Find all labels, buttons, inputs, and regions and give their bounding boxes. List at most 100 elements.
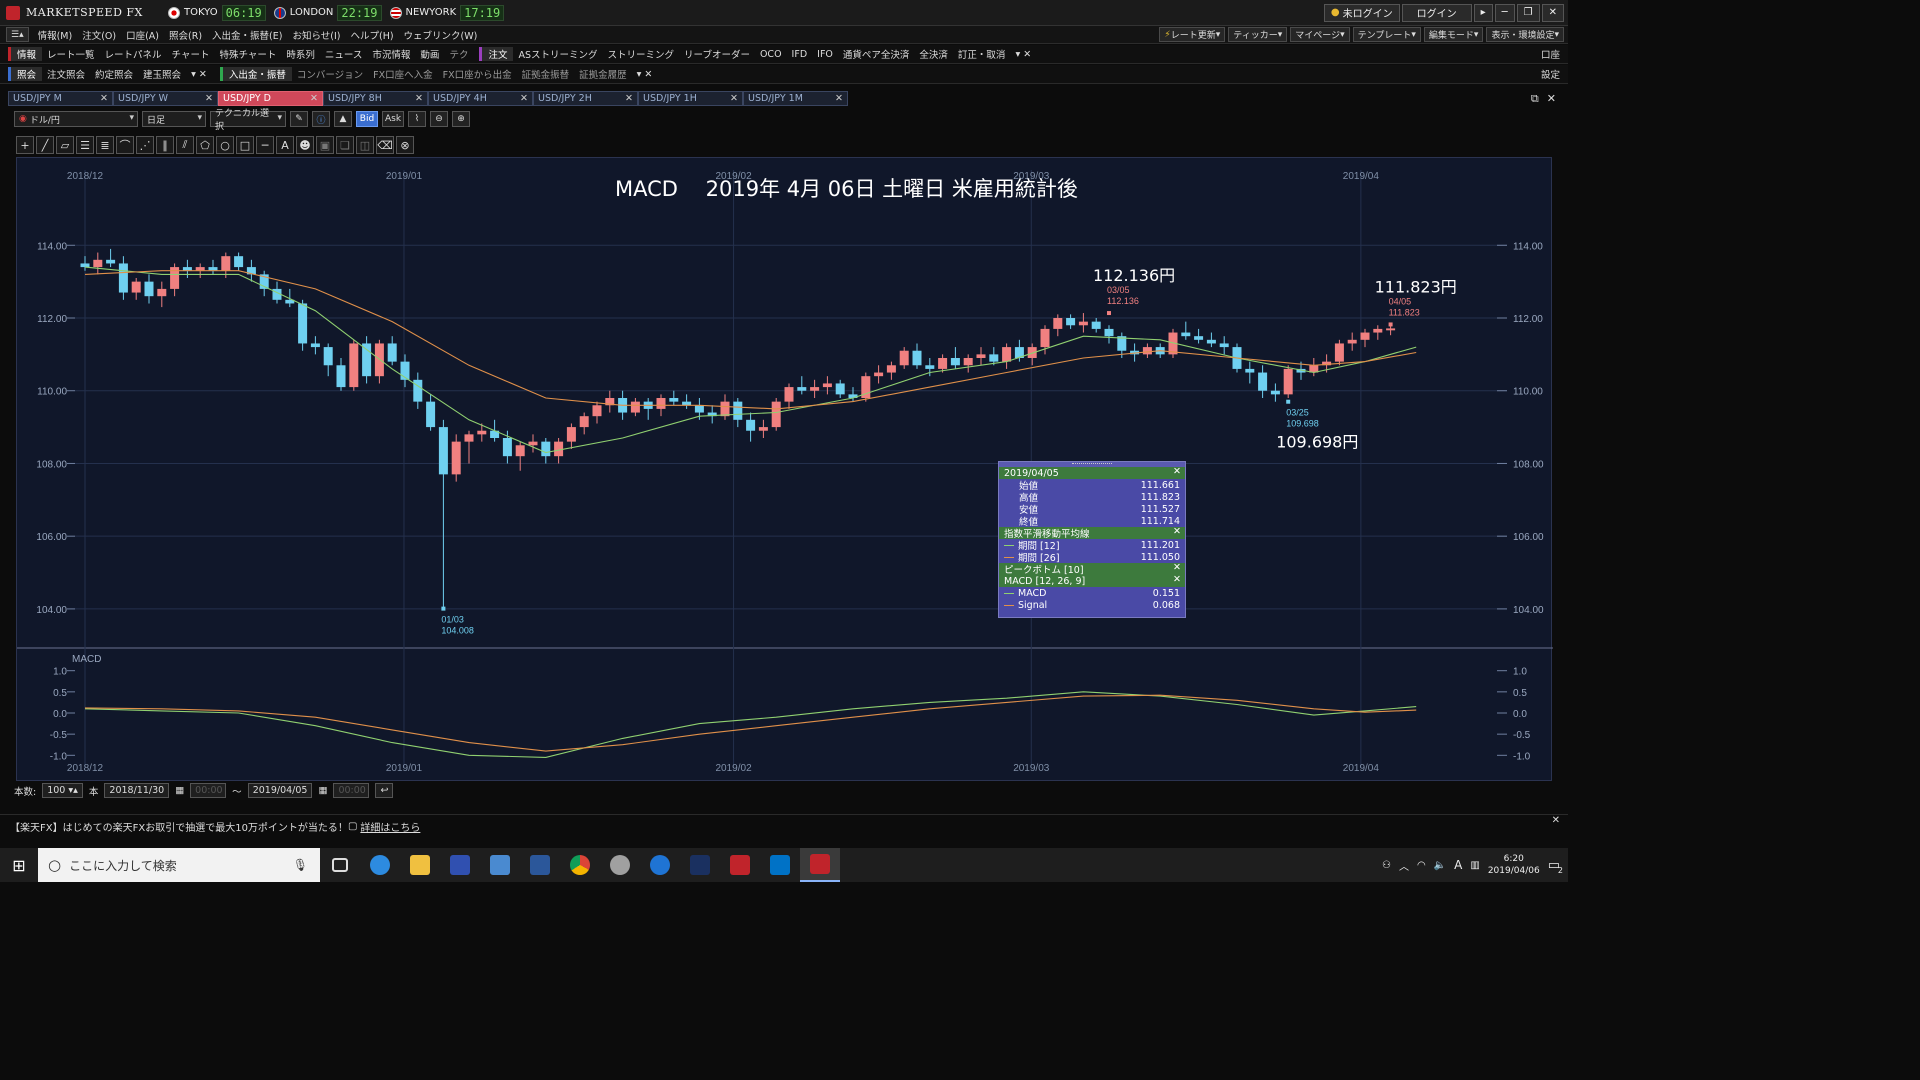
close-icon[interactable]: ✕ xyxy=(1173,562,1181,573)
hline-icon[interactable]: ─ xyxy=(256,136,274,154)
count-select[interactable]: 100 ▾▴ xyxy=(42,783,83,798)
edge-icon[interactable] xyxy=(640,848,680,882)
eraser-icon[interactable]: ⌫ xyxy=(376,136,394,154)
tab-usdjpy-1m[interactable]: USD/JPY 1M ✕ xyxy=(743,91,848,106)
ie-icon[interactable] xyxy=(360,848,400,882)
main-menu-button[interactable]: ☰▴ xyxy=(6,27,29,42)
ruler-icon[interactable]: ▱ xyxy=(56,136,74,154)
chart-area[interactable]: 2018/12 2018/12 2019/01 2019/01 2019/02 2019/… xyxy=(16,157,1553,781)
network-icon[interactable]: ◠ xyxy=(1417,860,1426,871)
circle-icon[interactable]: ○ xyxy=(216,136,234,154)
tool-rate-panel[interactable]: レートパネル xyxy=(100,47,167,61)
outlook-icon[interactable] xyxy=(760,848,800,882)
tool-ifo[interactable]: IFO xyxy=(812,49,838,60)
tab-close-icon[interactable]: ✕ xyxy=(730,93,738,104)
chart-style-icon[interactable]: ⌇ xyxy=(408,111,426,127)
pen-icon[interactable]: ✎ xyxy=(290,111,308,127)
tool-fx-withdraw[interactable]: FX口座から出金 xyxy=(438,67,517,81)
tool-video[interactable]: 動画 xyxy=(415,47,444,61)
tab-usdjpy-1h[interactable]: USD/JPY 1H ✕ xyxy=(638,91,743,106)
tool-account[interactable]: 口座 xyxy=(1536,47,1568,61)
expand-arrow-button[interactable]: ▸ xyxy=(1473,3,1493,22)
menu-weblink[interactable]: ウェブリンク(W) xyxy=(399,28,483,42)
info-icon[interactable]: ⓘ xyxy=(312,111,330,127)
calendar-icon[interactable]: ▦ xyxy=(318,785,327,796)
menu-deposit[interactable]: 入出金・振替(E) xyxy=(207,28,287,42)
ask-toggle[interactable]: Ask xyxy=(382,111,404,127)
feather-app-icon[interactable] xyxy=(680,848,720,882)
area-chart-icon[interactable]: ▲ xyxy=(334,111,352,127)
tab-usdjpy-8h[interactable]: USD/JPY 8H ✕ xyxy=(323,91,428,106)
calculator-icon[interactable] xyxy=(440,848,480,882)
menu-info[interactable]: 情報(M) xyxy=(33,28,78,42)
rectangle-icon[interactable]: □ xyxy=(236,136,254,154)
tool-margin-history[interactable]: 証拠金履歴 xyxy=(574,67,632,81)
toolbar2-expand2-icon[interactable]: ▾ ✕ xyxy=(632,69,658,80)
close-icon[interactable]: ✕ xyxy=(1173,574,1181,585)
vertical-lines-icon[interactable]: ∥ xyxy=(156,136,174,154)
copy-icon[interactable]: ❏ xyxy=(336,136,354,154)
maximize-button[interactable]: ❐ xyxy=(1516,3,1540,22)
from-time-field[interactable]: 00:00 xyxy=(190,783,227,798)
tool-modify-cancel[interactable]: 訂正・取消 xyxy=(953,47,1011,61)
mypage-dropdown[interactable]: マイページ ▾ xyxy=(1290,27,1350,42)
to-time-field[interactable]: 00:00 xyxy=(333,783,370,798)
tool-execution-inquiry[interactable]: 約定照会 xyxy=(90,67,138,81)
close-icon[interactable]: ✕ xyxy=(1173,466,1181,477)
period-select[interactable]: 日足 xyxy=(142,111,206,127)
erase-all-icon[interactable]: ⊗ xyxy=(396,136,414,154)
text-icon[interactable]: A xyxy=(276,136,294,154)
windows-start-icon[interactable]: ⊞ xyxy=(0,848,38,882)
tool-fx-deposit[interactable]: FX口座へ入金 xyxy=(368,67,437,81)
tool-all-settle[interactable]: 全決済 xyxy=(914,47,953,61)
tool-pair-settle[interactable]: 通貨ペア全決済 xyxy=(838,47,915,61)
tool-special-chart[interactable]: 特殊チャート xyxy=(214,47,281,61)
tool-settings[interactable]: 設定 xyxy=(1536,67,1568,81)
tab-close-icon[interactable]: ✕ xyxy=(310,93,318,104)
close-icon[interactable]: ✕ xyxy=(1173,526,1181,537)
display-settings-dropdown[interactable]: 表示・環境設定 ▾ xyxy=(1486,27,1564,42)
taskbar-clock[interactable]: 6:20 2019/04/06 xyxy=(1488,853,1540,877)
horizontal-lines-icon[interactable]: ☰ xyxy=(76,136,94,154)
tool-technical[interactable]: テク xyxy=(444,47,473,61)
fibonacci-arc-icon[interactable]: ⌒ xyxy=(116,136,134,154)
pair-select[interactable]: ◉ ドル/円 xyxy=(14,111,138,127)
zoom-in-icon[interactable]: ⊕ xyxy=(452,111,470,127)
fan-icon[interactable]: ⋰ xyxy=(136,136,154,154)
volume-icon[interactable]: 🔈 xyxy=(1434,860,1446,871)
microphone-icon[interactable]: 🎙 xyxy=(293,858,308,872)
ime-mode-icon[interactable]: ▥ xyxy=(1470,860,1479,871)
tool-leave-order[interactable]: リーブオーダー xyxy=(679,47,755,61)
tool-as-streaming[interactable]: ASストリーミング xyxy=(513,47,602,61)
rate-update-dropdown[interactable]: ⚡ レート更新 ▾ xyxy=(1159,27,1226,42)
reload-button[interactable]: ↩ xyxy=(375,783,394,798)
ticker-dropdown[interactable]: ティッカー ▾ xyxy=(1228,27,1288,42)
tool-chart[interactable]: チャート xyxy=(167,47,215,61)
window-maximize-icon[interactable]: ⧉ xyxy=(1531,92,1539,106)
people-icon[interactable]: ⚇ xyxy=(1382,860,1391,871)
menu-notice[interactable]: お知らせ(I) xyxy=(287,28,345,42)
data-window[interactable]: 2019/04/05 ✕ 始値 111.661 高値 111.823 安値 111.52… xyxy=(998,461,1186,618)
template-dropdown[interactable]: テンプレート ▾ xyxy=(1352,27,1421,42)
tab-usdjpy-m[interactable]: USD/JPY M ✕ xyxy=(8,91,113,106)
marketspeed-fx-icon[interactable] xyxy=(800,848,840,882)
tool-ifd[interactable]: IFD xyxy=(787,49,813,60)
pitchfork-icon[interactable]: ⫽ xyxy=(176,136,194,154)
notification-icon[interactable]: ▭ 2 xyxy=(1548,858,1563,875)
app-window-icon[interactable] xyxy=(480,848,520,882)
tool-margin-transfer[interactable]: 証拠金振替 xyxy=(517,67,575,81)
tray-expand-icon[interactable]: ︿ xyxy=(1399,858,1409,873)
tool-position-inquiry[interactable]: 建玉照会 xyxy=(138,67,186,81)
close-button[interactable]: ✕ xyxy=(1541,3,1564,22)
login-status-button[interactable]: ● 未ログイン xyxy=(1323,3,1400,22)
window-close-icon[interactable]: ✕ xyxy=(1547,92,1556,106)
tab-close-icon[interactable]: ✕ xyxy=(835,93,843,104)
marketspeed-icon[interactable] xyxy=(720,848,760,882)
tool-conversion[interactable]: コンバージョン xyxy=(292,67,368,81)
toolbar2-expand-icon[interactable]: ▾ ✕ xyxy=(186,69,212,80)
tab-usdjpy-w[interactable]: USD/JPY W ✕ xyxy=(113,91,218,106)
menu-order[interactable]: 注文(O) xyxy=(77,28,121,42)
toolbar-expand-icon[interactable]: ▾ ✕ xyxy=(1010,49,1036,60)
word-icon[interactable] xyxy=(520,848,560,882)
tab-close-icon[interactable]: ✕ xyxy=(205,93,213,104)
